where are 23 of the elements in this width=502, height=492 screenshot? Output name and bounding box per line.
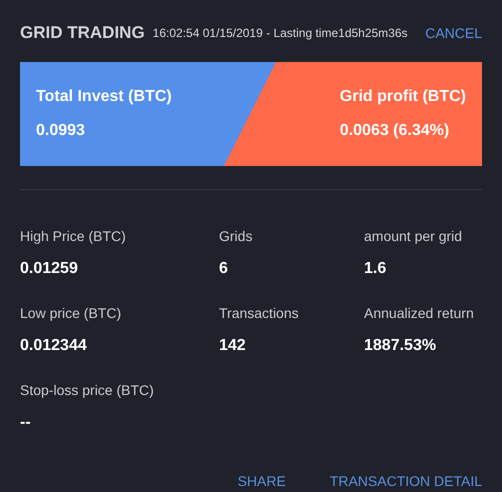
stat-label: Grids xyxy=(219,227,254,246)
stat-value: 142 xyxy=(219,336,247,356)
invest-label: Total Invest (BTC) xyxy=(36,87,172,107)
invest-value: 0.0993 xyxy=(36,121,86,141)
stat-value: 0.012344 xyxy=(20,336,88,356)
profit-label: Grid profit (BTC) xyxy=(340,87,466,107)
stat-label: amount per grid xyxy=(364,227,464,246)
stat-label: Stop-loss price (BTC) xyxy=(20,381,155,400)
stat-label: Low price (BTC) xyxy=(20,304,122,323)
action-link[interactable]: TRANSACTION DETAIL xyxy=(330,471,482,492)
cancel-button[interactable]: CANCEL xyxy=(425,22,482,44)
stat-value: 6 xyxy=(219,259,229,279)
time-info: 16:02:54 01/15/2019 - Lasting time1d5h25m36s xyxy=(152,25,408,42)
action-link[interactable]: SHARE xyxy=(238,471,286,492)
stat-value: 0.01259 xyxy=(20,259,79,279)
stat-value: 1.6 xyxy=(364,259,388,279)
stat-label: High Price (BTC) xyxy=(20,227,127,246)
stat-value: -- xyxy=(20,413,32,433)
stat-value: 1887.53% xyxy=(364,336,438,356)
dialog-title: GRID TRADING xyxy=(20,22,145,44)
stat-label: Transactions xyxy=(219,304,300,323)
profit-value: 0.0063 (6.34%) xyxy=(340,121,450,141)
stat-label: Annualized return xyxy=(364,304,475,323)
